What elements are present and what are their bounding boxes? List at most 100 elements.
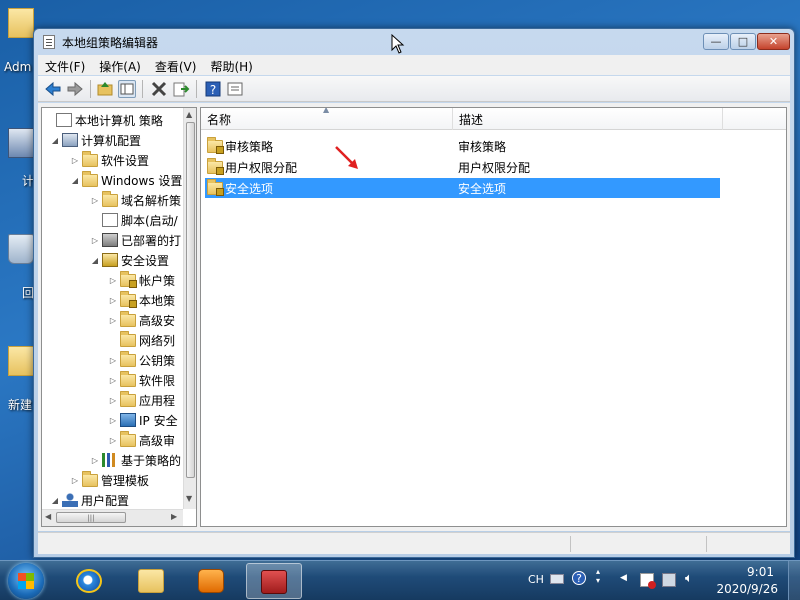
close-button[interactable]: ✕ xyxy=(757,33,790,50)
desktop-icon-new[interactable]: 新建 xyxy=(0,346,36,412)
menu-action[interactable]: 操作(A) xyxy=(92,55,148,75)
status-bar xyxy=(38,532,790,554)
tree-item[interactable]: 脚本(启动/ xyxy=(90,210,178,230)
expanded-arrow-icon[interactable]: ◢ xyxy=(50,136,60,145)
tree-item[interactable]: ▷ 高级审 xyxy=(108,430,175,450)
expanded-arrow-icon[interactable]: ◢ xyxy=(90,256,100,265)
scroll-down-icon[interactable]: ▼ xyxy=(186,494,192,503)
back-icon[interactable] xyxy=(44,80,62,98)
collapsed-arrow-icon[interactable]: ▷ xyxy=(108,416,118,425)
export-icon[interactable] xyxy=(172,80,190,98)
clock-date[interactable]: 2020/9/26 xyxy=(716,582,778,596)
collapsed-arrow-icon[interactable]: ▷ xyxy=(108,296,118,305)
desktop-icon-label: Adm xyxy=(4,60,32,74)
folder-lock-icon xyxy=(207,179,224,196)
taskbar-ie[interactable] xyxy=(62,563,118,599)
taskbar-group-policy[interactable] xyxy=(246,563,302,599)
tree-item-label: 本地计算机 策略 xyxy=(75,113,163,128)
collapsed-arrow-icon[interactable]: ▷ xyxy=(70,476,80,485)
collapsed-arrow-icon[interactable]: ▷ xyxy=(108,376,118,385)
network-icon[interactable] xyxy=(662,573,676,587)
close-icon: ✕ xyxy=(768,35,779,48)
tree-item[interactable]: ▷ 帐户策 xyxy=(108,270,175,290)
tree-item[interactable]: ▷ 公钥策 xyxy=(108,350,175,370)
list-header: ▲ 名称 描述 xyxy=(201,108,786,130)
tree-item[interactable]: ▷ 高级安 xyxy=(108,310,175,330)
show-desktop-button[interactable] xyxy=(788,561,800,600)
clock-time[interactable]: 9:01 xyxy=(747,565,774,579)
window-controls: — □ ✕ xyxy=(703,33,790,50)
tree-item[interactable]: ▷ 应用程 xyxy=(108,390,175,410)
tree-horizontal-scrollbar[interactable]: ◀ ||| ▶ xyxy=(42,509,183,526)
help-icon[interactable]: ? xyxy=(204,80,222,98)
folder-icon xyxy=(8,346,34,376)
keyboard-icon[interactable] xyxy=(550,574,564,584)
collapsed-arrow-icon[interactable]: ▷ xyxy=(90,196,100,205)
expanded-arrow-icon[interactable]: ◢ xyxy=(50,496,60,505)
menu-view[interactable]: 查看(V) xyxy=(148,55,204,75)
title-bar[interactable]: 本地组策略编辑器 — □ ✕ xyxy=(34,29,794,55)
help-icon[interactable]: ? xyxy=(572,571,586,585)
tree-item[interactable]: 本地计算机 策略 xyxy=(44,110,163,130)
taskbar-explorer[interactable] xyxy=(124,563,180,599)
tree-item[interactable]: ▷ IP 安全 xyxy=(108,410,178,430)
tree-item[interactable]: ◢ 安全设置 xyxy=(90,250,169,270)
collapsed-arrow-icon[interactable]: ▷ xyxy=(108,356,118,365)
delete-icon[interactable] xyxy=(150,80,168,98)
tree-item[interactable]: ▷ 基于策略的 xyxy=(90,450,181,470)
menu-help[interactable]: 帮助(H) xyxy=(203,55,259,75)
scroll-up-icon[interactable]: ▲ xyxy=(186,110,192,119)
language-indicator[interactable]: CH xyxy=(528,573,544,586)
tree-item[interactable]: ▷ 管理模板 xyxy=(70,470,149,490)
sort-ascending-icon: ▲ xyxy=(323,107,330,114)
action-center-icon[interactable] xyxy=(640,573,656,589)
list-item[interactable]: 安全选项 安全选项 xyxy=(205,178,720,198)
list-item[interactable]: 用户权限分配 用户权限分配 xyxy=(205,157,705,177)
forward-icon[interactable] xyxy=(66,80,84,98)
properties-icon[interactable] xyxy=(226,80,244,98)
tree-item[interactable]: ▷ 域名解析策 xyxy=(90,190,181,210)
show-hide-tree-icon[interactable] xyxy=(118,80,136,98)
collapsed-arrow-icon[interactable]: ▷ xyxy=(108,436,118,445)
desktop-icon-recycle-bin[interactable]: 回 xyxy=(0,234,36,300)
up-icon[interactable] xyxy=(96,80,114,98)
collapsed-arrow-icon[interactable]: ▷ xyxy=(90,236,100,245)
show-hidden-icons-icon[interactable]: ◀ xyxy=(620,573,627,583)
ime-options-icon[interactable]: ▴ ▾ xyxy=(596,567,600,585)
tree-pane: 本地计算机 策略 ◢ 计算机配置 ▷ 软件设置 ◢ Windows 设置 ▷ 域名解析策 脚本(启… xyxy=(41,107,197,527)
maximize-button[interactable]: □ xyxy=(730,33,756,50)
tree-item[interactable]: ◢ Windows 设置 xyxy=(70,170,182,190)
collapsed-arrow-icon[interactable]: ▷ xyxy=(70,156,80,165)
desktop-icon-computer[interactable]: 计 xyxy=(0,128,36,188)
collapsed-arrow-icon[interactable]: ▷ xyxy=(108,316,118,325)
tree-item[interactable]: ▷ 已部署的打 xyxy=(90,230,181,250)
folder-icon xyxy=(120,350,136,367)
collapsed-arrow-icon[interactable]: ▷ xyxy=(108,276,118,285)
volume-icon[interactable]: 🔈︎ xyxy=(685,571,693,586)
expanded-arrow-icon[interactable]: ◢ xyxy=(70,176,80,185)
tree-item[interactable]: ◢ 用户配置 xyxy=(50,490,129,510)
tree-item-label: 公钥策 xyxy=(139,353,176,368)
computer-icon xyxy=(8,128,34,158)
shield-icon xyxy=(102,253,118,267)
tree-item[interactable]: 网络列 xyxy=(108,330,175,350)
scroll-thumb[interactable] xyxy=(186,122,195,478)
tree-vertical-scrollbar[interactable]: ▲ ▼ xyxy=(183,108,196,509)
column-header-description[interactable]: 描述 xyxy=(453,108,723,130)
collapsed-arrow-icon[interactable]: ▷ xyxy=(90,456,100,465)
tree-item[interactable]: ▷ 软件限 xyxy=(108,370,175,390)
start-button[interactable] xyxy=(8,563,44,599)
menu-file[interactable]: 文件(F) xyxy=(38,55,92,75)
scroll-left-icon[interactable]: ◀ xyxy=(45,512,51,521)
taskbar-media-player[interactable] xyxy=(184,563,240,599)
scroll-right-icon[interactable]: ▶ xyxy=(171,512,177,521)
list-item[interactable]: 审核策略 审核策略 xyxy=(205,136,705,156)
scroll-thumb[interactable]: ||| xyxy=(56,512,126,523)
tree-item[interactable]: ◢ 计算机配置 xyxy=(50,130,141,150)
column-header-name[interactable]: ▲ 名称 xyxy=(201,108,453,130)
desktop-icon-admin[interactable]: Adm xyxy=(0,8,36,74)
tree-item[interactable]: ▷ 软件设置 xyxy=(70,150,149,170)
tree-item[interactable]: ▷ 本地策 xyxy=(108,290,175,310)
minimize-button[interactable]: — xyxy=(703,33,729,50)
collapsed-arrow-icon[interactable]: ▷ xyxy=(108,396,118,405)
